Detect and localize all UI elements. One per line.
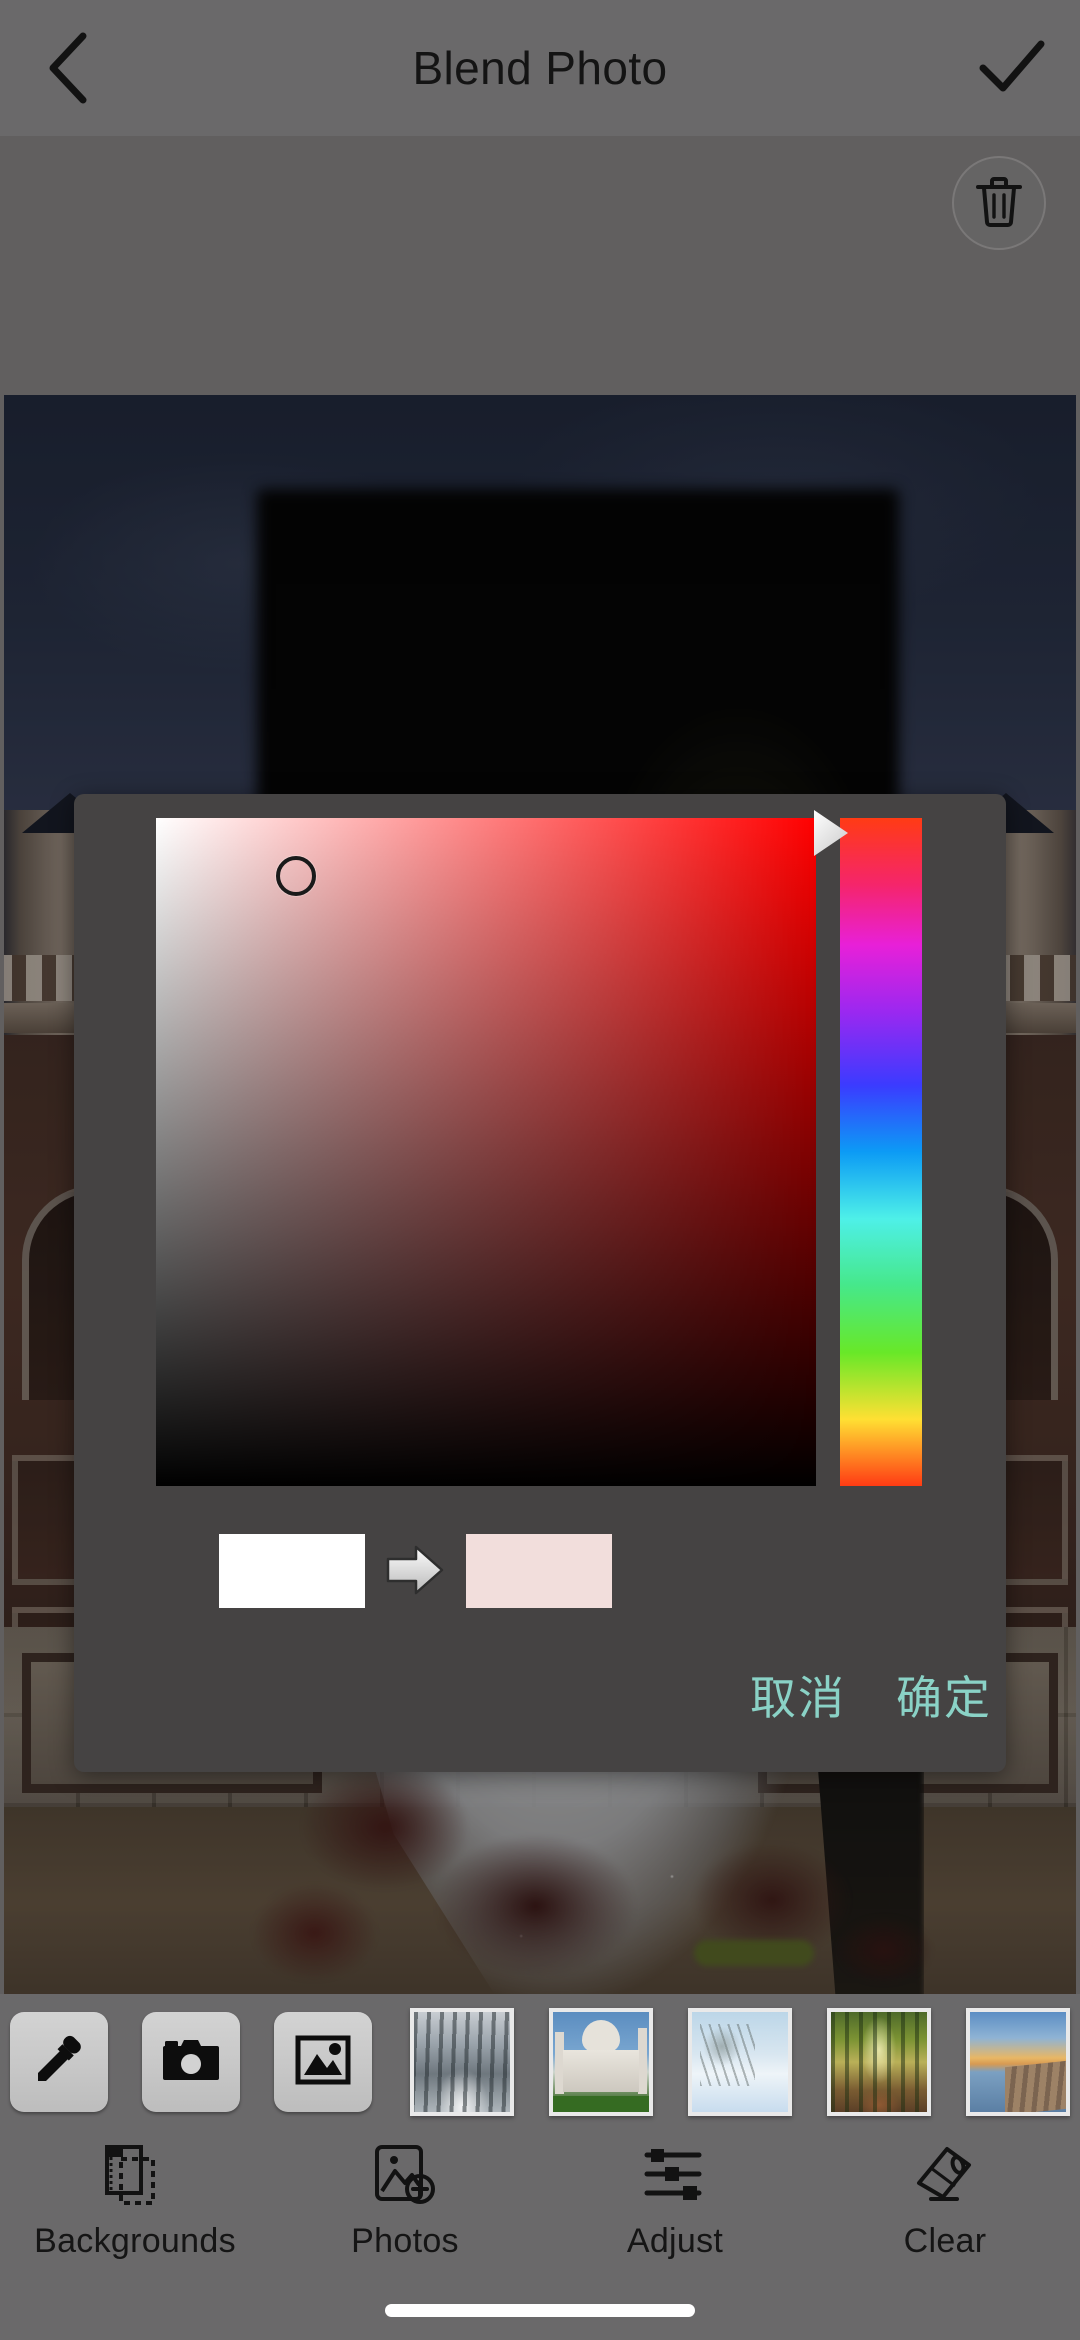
nav-label: Backgrounds [34, 2222, 236, 2260]
confirm-button[interactable] [966, 24, 1058, 116]
color-picker-dialog: 取消 确定 [74, 794, 1006, 1772]
thumbnail-image [553, 2012, 649, 2112]
backgrounds-icon [99, 2138, 171, 2216]
nav-item-photos[interactable]: Photos [270, 2138, 540, 2288]
nav-label: Adjust [626, 2222, 724, 2260]
camera-button[interactable] [142, 2012, 240, 2112]
source-strip [0, 1994, 1080, 2130]
check-icon [977, 38, 1047, 103]
eyedropper-icon [30, 2031, 88, 2094]
thumbnail-autumn-forest-road[interactable] [827, 2008, 931, 2116]
sv-cursor-handle[interactable] [276, 856, 316, 896]
eraser-icon [909, 2138, 981, 2216]
new-color-swatch [466, 1534, 612, 1608]
home-indicator[interactable] [385, 2304, 695, 2317]
nav-item-clear[interactable]: Clear [810, 2138, 1080, 2288]
cancel-button[interactable]: 取消 [738, 1650, 858, 1740]
add-photo-icon [369, 2138, 441, 2216]
nav-item-adjust[interactable]: Adjust [540, 2138, 810, 2288]
thumbnail-snowy-forest-path[interactable] [410, 2008, 514, 2116]
camera-icon [161, 2036, 221, 2089]
eyedropper-button[interactable] [10, 2012, 108, 2112]
bottom-navigation: Backgrounds Photos Adjust Clear [0, 2130, 1080, 2340]
thumbnail-image [831, 2012, 927, 2112]
saturation-value-square[interactable] [156, 818, 816, 1486]
hue-slider[interactable] [840, 818, 922, 1486]
image-icon [295, 2034, 351, 2091]
thumbnail-image [414, 2012, 510, 2112]
gallery-button[interactable] [274, 2012, 372, 2112]
sliders-icon [639, 2138, 711, 2216]
old-color-swatch [219, 1534, 365, 1608]
thumbnail-taj-mahal[interactable] [549, 2008, 653, 2116]
nav-label: Photos [351, 2222, 459, 2260]
nav-item-backgrounds[interactable]: Backgrounds [0, 2138, 270, 2288]
thumbnail-image [692, 2012, 788, 2112]
nav-label: Clear [903, 2222, 987, 2260]
arrow-right-icon [384, 1539, 446, 1601]
dialog-actions: 取消 确定 [74, 1650, 1006, 1740]
editor-stage: 取消 确定 [0, 136, 1080, 1994]
delete-button[interactable] [952, 156, 1046, 250]
thumbnail-pier-sunset[interactable] [966, 2008, 1070, 2116]
app-header: Blend Photo [0, 0, 1080, 136]
trash-icon [974, 174, 1024, 233]
thumbnail-image [970, 2012, 1066, 2112]
thumbnail-winter-tree-snow[interactable] [688, 2008, 792, 2116]
page-title: Blend Photo [412, 42, 668, 94]
confirm-ok-button[interactable]: 确定 [884, 1650, 1004, 1740]
